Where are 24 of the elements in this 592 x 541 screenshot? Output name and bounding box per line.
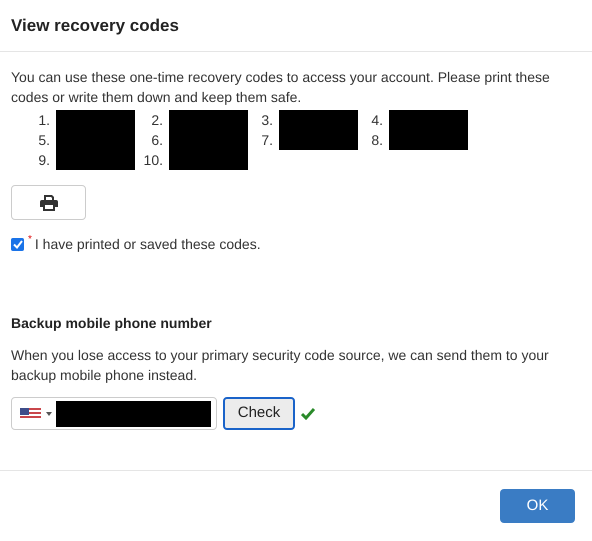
section-description: When you lose access to your primary security code source, we can send them to your backup mobile phone instead. bbox=[11, 346, 550, 385]
code-number: 2. bbox=[150, 111, 164, 130]
check-button[interactable]: Check bbox=[223, 397, 295, 430]
code-number: 6. bbox=[150, 131, 164, 150]
code-number: 4. bbox=[370, 111, 384, 130]
code-number: 3. bbox=[260, 111, 274, 130]
phone-field[interactable] bbox=[11, 397, 217, 430]
caret-icon bbox=[46, 412, 52, 416]
dialog-title: View recovery codes bbox=[11, 14, 179, 37]
confirm-checkbox[interactable] bbox=[11, 238, 24, 251]
printer-icon bbox=[40, 194, 58, 210]
required-mark: * bbox=[28, 233, 32, 247]
print-button[interactable] bbox=[11, 185, 86, 220]
flag-icon bbox=[20, 408, 41, 420]
code-number: 5. bbox=[37, 131, 51, 150]
section-heading: Backup mobile phone number bbox=[11, 314, 213, 333]
code-number: 10. bbox=[142, 151, 164, 170]
code-number: 9. bbox=[37, 151, 51, 170]
ok-button[interactable]: OK bbox=[500, 489, 575, 523]
code-number: 1. bbox=[37, 111, 51, 130]
code-number: 8. bbox=[370, 131, 384, 150]
code-number: 7. bbox=[260, 131, 274, 150]
intro-text: You can use these one-time recovery codes to access your account. Please print these codes or write them down and keep them safe. bbox=[11, 68, 551, 107]
confirm-label: I have printed or saved these codes. bbox=[34, 235, 261, 254]
